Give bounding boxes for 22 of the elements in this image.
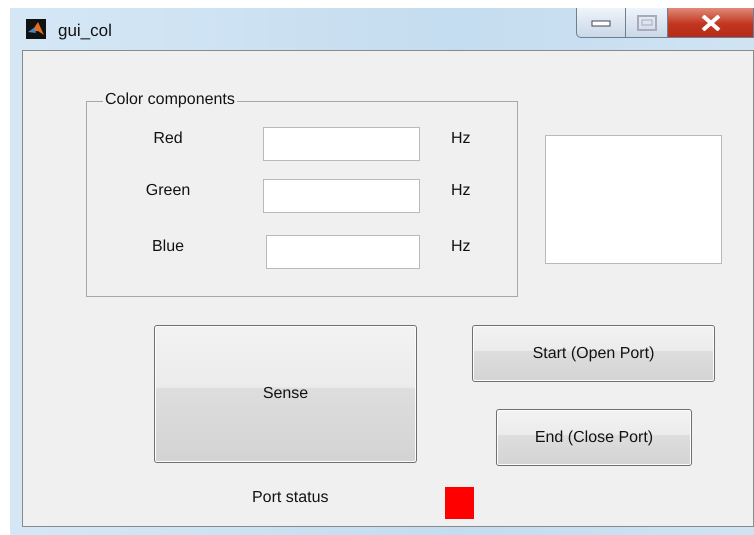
field-label: Red — [152, 130, 184, 148]
input-field[interactable] — [266, 235, 420, 269]
window-title: gui_col — [58, 21, 112, 41]
unit-label: Hz — [451, 238, 471, 256]
minimize-button[interactable] — [576, 8, 626, 38]
minimize-icon — [591, 18, 611, 26]
group-box-title: Color components — [103, 91, 237, 109]
start-button[interactable]: Start (Open Port) — [472, 325, 715, 382]
input-field[interactable] — [263, 127, 420, 161]
close-button[interactable] — [668, 8, 754, 38]
field-label: Green — [144, 182, 192, 200]
maximize-icon — [636, 14, 656, 30]
field-label: Blue — [150, 238, 186, 256]
sense-button[interactable]: Sense — [154, 325, 417, 463]
maximize-button[interactable] — [626, 8, 668, 38]
unit-label: Hz — [451, 130, 471, 148]
close-icon — [700, 14, 722, 30]
unit-label: Hz — [451, 182, 471, 200]
end-button[interactable]: End (Close Port) — [496, 409, 692, 466]
app-logo-icon — [26, 19, 46, 39]
port-status-label: Port status — [252, 489, 328, 507]
input-field[interactable] — [263, 179, 420, 213]
